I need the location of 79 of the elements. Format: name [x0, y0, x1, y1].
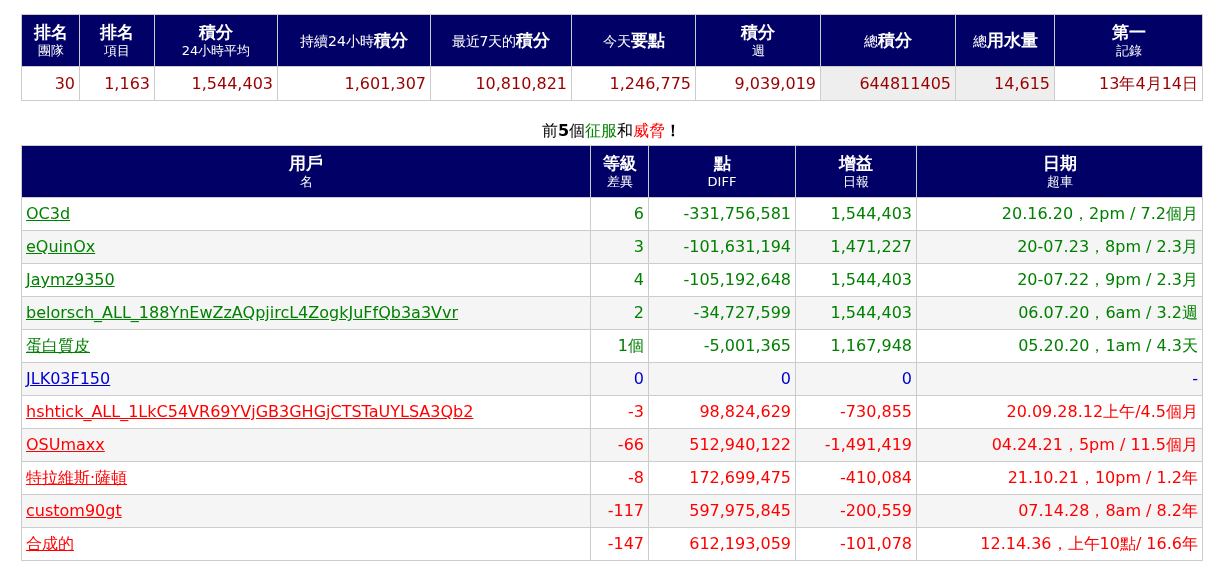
user-link[interactable]: 合成的	[26, 534, 74, 553]
table-cell: 6	[633, 204, 644, 223]
table-cell: -105,192,648	[683, 270, 791, 289]
user-link[interactable]: JLK03F150	[26, 369, 111, 388]
table-cell: -117	[607, 501, 644, 520]
column-header: 總積分	[820, 14, 956, 67]
table-cell: -1,491,419	[824, 435, 912, 454]
column-header: 點 DIFF	[648, 145, 796, 198]
table-cell: -101,631,194	[683, 237, 791, 256]
table-cell: 07.14.28，8am / 8.2年	[1018, 501, 1198, 520]
section-title: 前5個征服和威脅！	[541, 120, 682, 142]
column-header: 最近7天的積分	[430, 14, 572, 67]
table-cell: -730,855	[840, 402, 912, 421]
table-cell: -200,559	[840, 501, 912, 520]
table-cell: 20-07.23，8pm / 2.3月	[1017, 237, 1198, 256]
table-cell: 20-07.22，9pm / 2.3月	[1017, 270, 1198, 289]
table-cell: -3	[628, 402, 644, 421]
table-cell: 4	[633, 270, 644, 289]
column-header: 總用水量	[955, 14, 1055, 67]
table-cell: 1,544,403	[830, 204, 912, 223]
user-link[interactable]: OSUmaxx	[26, 435, 105, 454]
table-cell: 04.24.21，5pm / 11.5個月	[991, 435, 1198, 454]
table-cell: 1,601,307	[277, 66, 431, 101]
table-cell: 1,246,775	[571, 66, 696, 101]
column-header: 排名 項目	[79, 14, 155, 67]
table-cell: 30	[21, 66, 80, 101]
table-cell: 21.10.21，10pm / 1.2年	[1007, 468, 1198, 487]
user-link[interactable]: custom90gt	[26, 501, 122, 520]
table-cell: 612,193,059	[689, 534, 791, 553]
column-header: 用戶 名	[21, 145, 591, 198]
column-header: 積分 週	[695, 14, 821, 67]
table-cell: 1,471,227	[830, 237, 912, 256]
table-cell: 0	[633, 369, 644, 388]
table-cell: 98,824,629	[699, 402, 791, 421]
table-cell: 1,544,403	[830, 270, 912, 289]
table-cell: 1,163	[79, 66, 155, 101]
table-cell: 2	[633, 303, 644, 322]
table-cell: 05.20.20，1am / 4.3天	[1018, 336, 1198, 355]
column-header: 日期 超車	[916, 145, 1203, 198]
table-cell: 13年4月14日	[1054, 66, 1203, 101]
table-cell: -	[1192, 369, 1198, 388]
user-link[interactable]: eQuinOx	[26, 237, 96, 256]
table-cell: 20.09.28.12上午/4.5個月	[1006, 402, 1198, 421]
table-cell: -410,084	[840, 468, 912, 487]
column-header: 今天要點	[571, 14, 696, 67]
column-header: 第一 記錄	[1054, 14, 1203, 67]
user-link[interactable]: 蛋白質皮	[26, 336, 90, 355]
table-cell: 20.16.20，2pm / 7.2個月	[1001, 204, 1198, 223]
user-link[interactable]: 特拉維斯·薩頓	[26, 468, 128, 487]
table-cell: 1,544,403	[830, 303, 912, 322]
user-link[interactable]: OC3d	[26, 204, 71, 223]
table-cell: 512,940,122	[689, 435, 791, 454]
user-link[interactable]: Jaymz9350	[26, 270, 115, 289]
column-header: 持續24小時積分	[277, 14, 431, 67]
table-cell: 0	[780, 369, 791, 388]
table-cell: 644811405	[820, 66, 956, 101]
table-cell: -147	[607, 534, 644, 553]
table-cell: 0	[901, 369, 912, 388]
table-cell: -5,001,365	[703, 336, 791, 355]
table-cell: 1,167,948	[830, 336, 912, 355]
table-cell: -66	[617, 435, 644, 454]
table-cell: -34,727,599	[693, 303, 791, 322]
column-header: 排名 團隊	[21, 14, 80, 67]
table-cell: 1,544,403	[154, 66, 278, 101]
table-cell: -331,756,581	[683, 204, 791, 223]
table-cell: 06.07.20，6am / 3.2週	[1018, 303, 1198, 322]
table-cell: -8	[628, 468, 644, 487]
table-cell: 597,975,845	[689, 501, 791, 520]
table-cell: 9,039,019	[695, 66, 821, 101]
column-header: 等級 差異	[590, 145, 649, 198]
table-cell: 12.14.36，上午10點/ 16.6年	[980, 534, 1198, 553]
table-cell: 1個	[617, 336, 644, 355]
table-cell: -101,078	[840, 534, 912, 553]
table-cell: 14,615	[955, 66, 1055, 101]
table-cell: 3	[633, 237, 644, 256]
table-cell: 10,810,821	[430, 66, 572, 101]
table-cell: 172,699,475	[689, 468, 791, 487]
column-header: 增益 日報	[795, 145, 917, 198]
column-header: 積分 24小時平均	[154, 14, 278, 67]
